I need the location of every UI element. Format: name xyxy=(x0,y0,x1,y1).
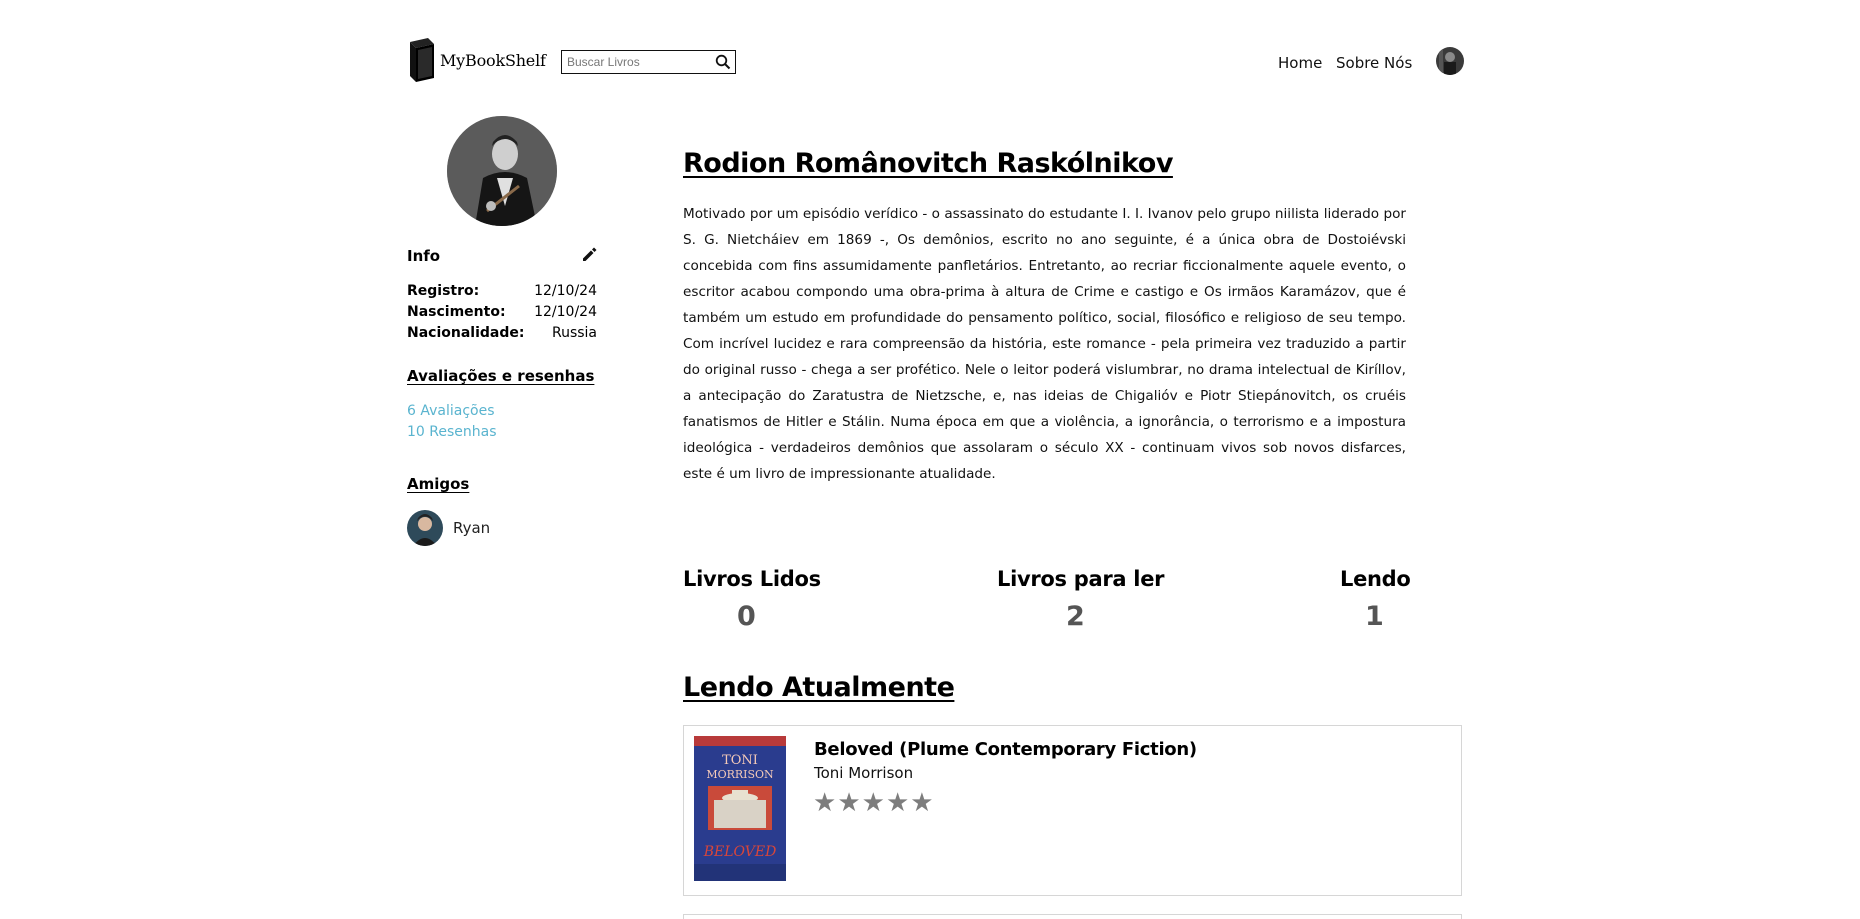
page: MyBookShelf Home Sobre Nós Info xyxy=(0,0,1860,919)
reviews-heading[interactable]: Avaliações e resenhas xyxy=(407,367,594,385)
stat-label-to-read: Livros para ler xyxy=(997,567,1165,591)
star-icon: ★ xyxy=(861,787,885,817)
cover-text-bottom: BELOVED xyxy=(703,844,777,860)
star-icon: ★ xyxy=(813,787,837,817)
stat-value-to-read: 2 xyxy=(1066,601,1085,632)
search-box[interactable] xyxy=(561,50,736,74)
info-row-nacionalidade: Nacionalidade: Russia xyxy=(407,325,597,341)
info-label: Nascimento: xyxy=(407,304,506,320)
stat-label-reading: Lendo xyxy=(1340,567,1411,591)
friend-item[interactable]: Ryan xyxy=(407,510,490,546)
friend-name[interactable]: Ryan xyxy=(453,519,490,537)
book-title[interactable]: Beloved (Plume Contemporary Fiction) xyxy=(814,739,1197,760)
search-icon[interactable] xyxy=(715,54,731,70)
cover-text-top-2: MORRISON xyxy=(706,768,774,781)
info-label: Registro: xyxy=(407,283,480,299)
logo[interactable]: MyBookShelf xyxy=(408,38,546,82)
info-value: 12/10/24 xyxy=(534,283,597,299)
profile-photo xyxy=(447,116,557,226)
stat-label-read: Livros Lidos xyxy=(683,567,821,591)
star-icon: ★ xyxy=(837,787,861,817)
book-card[interactable] xyxy=(683,914,1462,919)
edit-pencil-icon[interactable] xyxy=(581,246,598,263)
friends-heading[interactable]: Amigos xyxy=(407,475,469,493)
stat-value-reading: 1 xyxy=(1365,601,1384,632)
friend-avatar[interactable] xyxy=(407,510,443,546)
info-label: Nacionalidade: xyxy=(407,325,525,341)
star-icon: ★ xyxy=(910,787,934,817)
star-icon: ★ xyxy=(885,787,910,817)
book-author: Toni Morrison xyxy=(814,764,914,782)
book-cover[interactable]: TONI MORRISON BELOVED xyxy=(694,736,786,881)
info-title: Info xyxy=(407,247,441,265)
nav-home[interactable]: Home xyxy=(1278,54,1322,72)
logo-text: MyBookShelf xyxy=(440,50,546,70)
cover-text-top-1: TONI xyxy=(722,753,758,768)
ratings-link[interactable]: 6 Avaliações xyxy=(407,403,495,419)
stat-value-read: 0 xyxy=(737,601,756,632)
nav-about-us[interactable]: Sobre Nós xyxy=(1336,54,1412,72)
book-card[interactable]: TONI MORRISON BELOVED Beloved (Plume Con… xyxy=(683,725,1462,896)
profile-name: Rodion Românovitch Raskólnikov xyxy=(683,148,1173,179)
reviews-link[interactable]: 10 Resenhas xyxy=(407,424,497,440)
search-input[interactable] xyxy=(562,54,709,70)
user-avatar[interactable] xyxy=(1436,47,1464,75)
book-icon xyxy=(410,38,434,82)
currently-reading-heading: Lendo Atualmente xyxy=(683,672,955,703)
profile-bio: Motivado por um episódio verídico - o as… xyxy=(683,206,1406,482)
info-value: Russia xyxy=(551,325,597,341)
info-row-nascimento: Nascimento: 12/10/24 xyxy=(407,304,597,320)
info-row-registro: Registro: 12/10/24 xyxy=(407,283,597,299)
info-value: 12/10/24 xyxy=(534,304,597,320)
rating-stars: ★ ★ ★ ★ ★ xyxy=(813,788,934,816)
